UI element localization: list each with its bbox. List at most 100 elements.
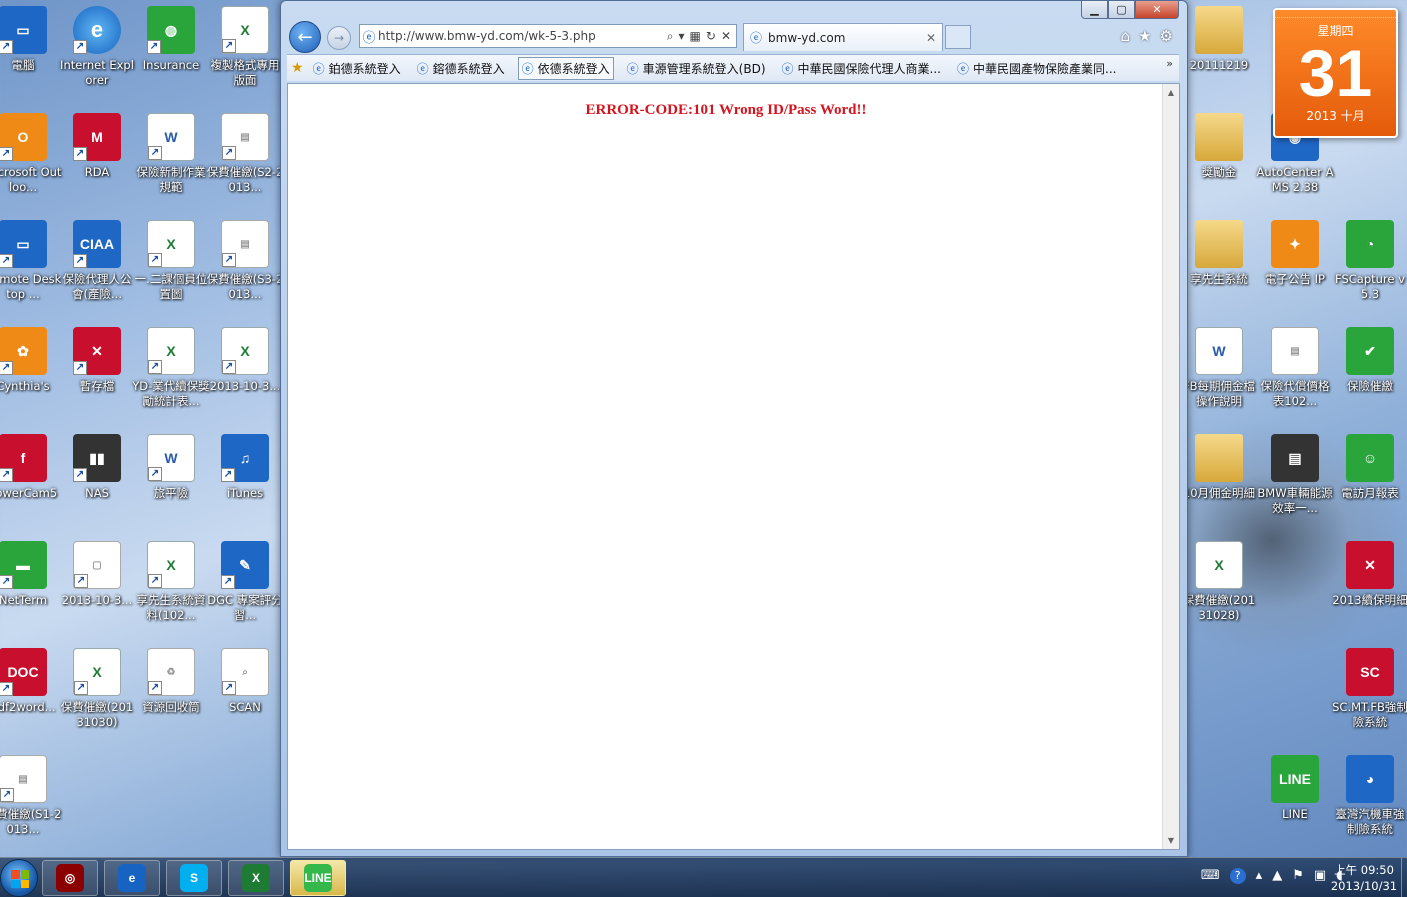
taskbar-app-skype[interactable]: S (166, 860, 222, 896)
desktop-icon[interactable]: X ↗ 保費催繳(20131030) (58, 644, 136, 744)
chevron-more-icon[interactable]: » (1166, 57, 1173, 70)
desktop-icon[interactable]: ▢ ↗ 2013-10-3... (58, 537, 136, 637)
desktop-icon[interactable]: ✕ 2013續保明細 (1331, 537, 1407, 637)
search-icon[interactable]: ⌕ (667, 29, 674, 44)
tray-app-icon[interactable]: ▲ (1272, 868, 1282, 884)
shortcut-arrow-icon: ↗ (221, 575, 235, 589)
address-bar[interactable]: ⓔ ⌕ ▾ ▦ ↻ ✕ (359, 24, 737, 48)
desktop-icon[interactable]: ◍ ↗ Insurance (132, 2, 210, 102)
desktop-icon[interactable]: 20111219 (1180, 2, 1258, 102)
desktop-icon[interactable]: ✕ ↗ 暫存檔 (58, 323, 136, 423)
dropdown-icon[interactable]: ▾ (679, 29, 685, 44)
ie-icon: e ↗ (73, 6, 121, 54)
back-button[interactable]: ← (289, 21, 321, 53)
desktop-icon[interactable]: ▤ 保險代償價格表102... (1256, 323, 1334, 423)
action-center-flag-icon[interactable]: ⚑ (1292, 868, 1304, 884)
stop-icon[interactable]: ✕ (721, 29, 731, 44)
shortcut-arrow-icon: ↗ (148, 146, 162, 160)
desktop-icon[interactable]: ☺ 電訪月報表 (1331, 430, 1407, 530)
desktop-icon[interactable]: O↗ Microsoft Outloo... (0, 109, 62, 209)
desktop-icon[interactable]: 10月佣金明細 (1180, 430, 1258, 530)
taskbar-app-excel[interactable]: X (228, 860, 284, 896)
maximize-button[interactable]: ▢ (1108, 1, 1135, 19)
desktop-icon[interactable]: ⌕ ↗ SCAN (206, 644, 284, 744)
tab-close-icon[interactable]: ✕ (926, 31, 936, 45)
desktop-icon[interactable]: LINE LINE (1256, 751, 1334, 851)
keyboard-icon[interactable]: ⌨ (1201, 868, 1220, 884)
desktop-icon[interactable]: ▮▮ ↗ NAS (58, 430, 136, 530)
shortcut-arrow-icon: ↗ (73, 468, 87, 482)
tray-expand-icon[interactable]: ▴ (1256, 868, 1263, 884)
show-desktop-button[interactable] (1401, 858, 1407, 897)
desktop-icon[interactable]: ◔ FSCapture v5.3 (1331, 216, 1407, 316)
new-tab-button[interactable] (945, 25, 971, 49)
favorites-link[interactable]: ⓔ 中華民國產物保險產業同... (954, 57, 1119, 80)
favorites-link[interactable]: ⓔ 中華民國保險代理人商業... (779, 57, 944, 80)
scroll-up-icon[interactable]: ▲ (1163, 84, 1179, 101)
calendar-gadget[interactable]: 星期四 31 2013 十月 (1273, 8, 1398, 138)
desktop-icon[interactable]: ▭ ↗ 電腦 (0, 2, 62, 102)
desktop-icon-label: Cynthia's (0, 379, 50, 393)
tab-bmw-yd[interactable]: ⓔ bmw-yd.com ✕ (743, 23, 943, 51)
desktop-icon[interactable]: X 保費催繳(20131028) (1180, 537, 1258, 637)
desktop-icon[interactable]: ▤ ↗ 保費催繳(S3-2013... (206, 216, 284, 316)
desktop-icon[interactable]: ◕ 臺灣汽機車強制險系統 (1331, 751, 1407, 851)
excel-icon: X ↗ (221, 327, 269, 375)
desktop-icon[interactable]: DOC↗ pdf2word... (0, 644, 62, 744)
favorites-star-icon[interactable]: ★ (1138, 27, 1151, 45)
desktop-icon[interactable]: W FB每期佣金檔操作說明 (1180, 323, 1258, 423)
add-favorites-icon[interactable]: ★ (291, 60, 304, 76)
desktop-icon[interactable]: X ↗ 複製格式專用版面 (206, 2, 284, 102)
desktop-icon[interactable]: ▤ BMW車輛能源效率一... (1256, 430, 1334, 530)
desktop-icon[interactable]: X ↗ 一.二課個員位置圖 (132, 216, 210, 316)
desktop-icon[interactable]: W ↗ 保險新制作業規範 (132, 109, 210, 209)
home-icon[interactable]: ⌂ (1121, 27, 1131, 45)
start-button[interactable] (0, 859, 38, 897)
url-input[interactable] (378, 29, 667, 43)
desktop-icon[interactable]: ✦ 電子公告 IP (1256, 216, 1334, 316)
favorites-link[interactable]: ⓔ 鎔德系統登入 (414, 57, 508, 80)
compat-view-icon[interactable]: ▦ (690, 29, 701, 44)
desktop-icon[interactable]: ✎ ↗ DGC 專案評分習... (206, 537, 284, 637)
favorites-link[interactable]: ⓔ 依德系統登入 (517, 56, 614, 80)
taskbar-app-line[interactable]: LINE (290, 860, 346, 896)
desktop-icon[interactable]: X ↗ 2013-10-3... (206, 323, 284, 423)
desktop-icon[interactable]: W ↗ 旅平險 (132, 430, 210, 530)
desktop-icon[interactable]: ▤↗ 保費催繳(S1-2013... (0, 751, 62, 851)
favorites-link[interactable]: ⓔ 車源管理系統登入(BD) (624, 57, 769, 80)
favorites-link[interactable]: ⓔ 鉑德系統登入 (310, 57, 404, 80)
desktop-icon-label: pdf2word... (0, 700, 56, 714)
desktop-icon[interactable]: f↗ PowerCam5 (0, 430, 62, 530)
desktop-icon[interactable]: CIAA ↗ 保險代理人公會(產險... (58, 216, 136, 316)
refresh-icon[interactable]: ↻ (706, 29, 716, 44)
desktop-icon[interactable]: 享先生系統 (1180, 216, 1258, 316)
error-icon: ✕ ↗ (73, 327, 121, 375)
desktop-icon[interactable]: ✔ 保險催繳 (1331, 323, 1407, 423)
desktop-icon[interactable]: ✿ ↗ Cynthia's (0, 323, 62, 423)
desktop-icon[interactable]: ♫ ↗ iTunes (206, 430, 284, 530)
desktop-icon[interactable]: 獎勵金 (1180, 109, 1258, 209)
shield-icon: ✔ (1346, 327, 1394, 375)
desktop-icon[interactable]: ▭↗ Remote Desktop ... (0, 216, 62, 316)
desktop-icon[interactable]: ♻ ↗ 資源回收筒 (132, 644, 210, 744)
help-icon[interactable]: ? (1229, 868, 1246, 884)
taskbar-app-spiral[interactable]: ◎ (42, 860, 98, 896)
desktop-icon[interactable]: ▬ ↗ NetTerm (0, 537, 62, 637)
vertical-scrollbar[interactable]: ▲ ▼ (1162, 84, 1179, 849)
minimize-button[interactable]: ▁ (1081, 1, 1108, 19)
taskbar-app-ie[interactable]: e (104, 860, 160, 896)
desktop-icon[interactable]: X ↗ YD-業代續保獎勵統計表... (132, 323, 210, 423)
desktop-icon[interactable]: M ↗ RDA (58, 109, 136, 209)
desktop-icon[interactable]: e ↗ Internet Explorer (58, 2, 136, 102)
network-icon[interactable]: ▣ (1314, 868, 1326, 884)
sheet-icon: ▤ (1271, 327, 1319, 375)
desktop-icon[interactable]: SC SC.MT.FB強制險系統 (1331, 644, 1407, 744)
forward-button[interactable]: → (327, 26, 351, 50)
gear-icon[interactable]: ⚙ (1160, 27, 1173, 45)
desktop-icon-label: 保險催繳 (1347, 379, 1393, 393)
desktop-icon[interactable]: ▤ ↗ 保費催繳(S2-2013... (206, 109, 284, 209)
close-button[interactable]: ✕ (1135, 1, 1179, 19)
clock[interactable]: 上午 09:50 2013/10/31 (1327, 862, 1401, 894)
desktop-icon[interactable]: X ↗ 享先生系統資料(102... (132, 537, 210, 637)
scroll-down-icon[interactable]: ▼ (1163, 832, 1179, 849)
